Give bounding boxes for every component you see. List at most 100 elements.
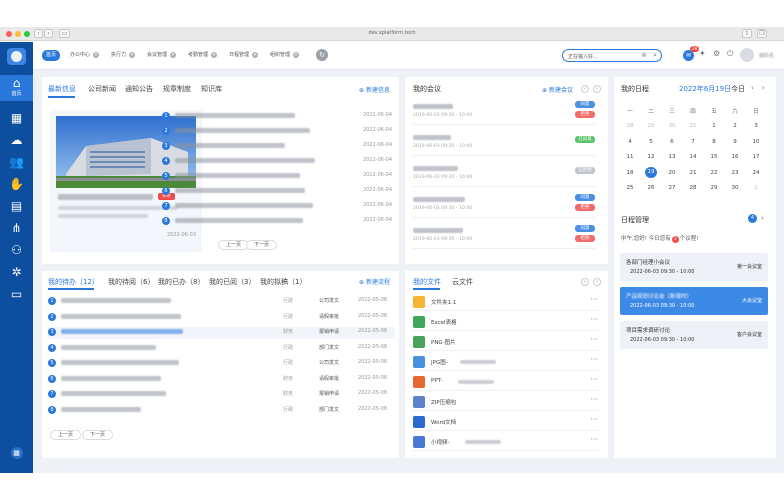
sidebar-item-building[interactable]: ▦ <box>0 108 33 128</box>
todo-row[interactable]: 6 财务 请假审批 2022-05-08 <box>48 374 395 386</box>
file-item[interactable]: ZIP压缩包 ··· <box>413 393 598 411</box>
todo-row[interactable]: 7 财务 报销申请 2022-05-08 <box>48 389 395 401</box>
calendar-day[interactable]: 14 <box>687 154 699 160</box>
close-window-dot[interactable] <box>6 31 12 37</box>
calendar-day[interactable]: 20 <box>666 170 678 176</box>
tabs-button[interactable]: ❐ <box>757 29 767 38</box>
close-tab-icon[interactable]: × <box>211 51 218 58</box>
calendar-day[interactable]: 31 <box>687 123 699 129</box>
sidebar-item-org[interactable]: ⋔ <box>0 218 33 238</box>
meeting-item[interactable]: 2019-06-03 09:30 - 10:00 同意 拒绝 <box>413 224 595 249</box>
megaphone-icon[interactable]: ✦ <box>699 49 706 58</box>
calendar-day[interactable]: 7 <box>687 139 699 145</box>
more-icon[interactable]: ··· <box>590 335 598 344</box>
calendar-day[interactable]: 3 <box>750 123 762 129</box>
calendar-day[interactable]: 2 <box>729 123 741 129</box>
todo-tab[interactable]: 我的拟稿（1） <box>260 277 306 287</box>
todo-tab[interactable]: 我的待办（12） <box>48 277 99 287</box>
back-button[interactable]: ‹ <box>34 29 43 38</box>
todo-row[interactable]: 2 行政 请假审批 2022-05-08 <box>48 312 395 324</box>
todo-next-button[interactable]: 下一页 <box>82 430 114 440</box>
settings-icon[interactable]: ⚙ <box>713 49 720 58</box>
calendar-day[interactable]: 24 <box>750 170 762 176</box>
calendar-day[interactable]: 25 <box>624 185 636 191</box>
tab-meeting-mgmt[interactable]: 会议管理 × <box>143 50 180 61</box>
calendar-day[interactable]: 9 <box>729 139 741 145</box>
meeting-status-secondary[interactable]: 拒绝 <box>575 111 595 118</box>
meeting-status-primary[interactable]: 同意 <box>575 194 595 201</box>
news-item[interactable]: 7 2022-06-04 <box>162 201 392 214</box>
meeting-item[interactable]: 2019-06-03 09:30 - 10:00 已同意 <box>413 131 595 156</box>
calendar-day[interactable]: 18 <box>624 170 636 176</box>
file-item[interactable]: Excel表格 ··· <box>413 313 598 331</box>
news-item[interactable]: 2 2022-06-04 <box>162 126 392 139</box>
forward-button[interactable]: › <box>44 29 53 38</box>
today-button[interactable]: 今日 <box>731 84 745 94</box>
todo-row[interactable]: 3 财务 报销申请 2022-05-08 <box>48 327 395 339</box>
tab-company-news[interactable]: 公司新闻 <box>88 84 116 94</box>
meeting-item[interactable]: 2019-06-03 09:30 - 10:00 已拒绝 <box>413 162 595 187</box>
news-prev-button[interactable]: 上一页 <box>218 240 250 250</box>
minimize-window-dot[interactable] <box>15 31 21 37</box>
sidebar-item-network[interactable]: ✲ <box>0 262 33 282</box>
new-news-button[interactable]: ⊕ 新建信息 <box>359 85 390 94</box>
new-flow-button[interactable]: ⊕ 新建流程 <box>359 277 390 286</box>
calendar-day-selected[interactable]: 19 <box>645 166 657 178</box>
calendar-day[interactable]: 30 <box>729 185 741 191</box>
sidebar-toggle-button[interactable]: ▭ <box>59 29 70 38</box>
meeting-status-secondary[interactable]: 拒绝 <box>575 204 595 211</box>
todo-row[interactable]: 5 行政 公司发文 2022-05-08 <box>48 358 395 370</box>
file-item[interactable]: Word文档 ··· <box>413 413 598 431</box>
tab-knowledge[interactable]: 知识库 <box>201 84 222 94</box>
schedule-next-icon[interactable]: › <box>761 214 764 222</box>
refresh-icon[interactable]: ↻ <box>316 49 328 61</box>
tab-notices[interactable]: 通知公告 <box>125 84 153 94</box>
calendar-day[interactable]: 1 <box>708 123 720 129</box>
news-item[interactable]: 6 2022-06-04 <box>162 186 392 199</box>
close-tab-icon[interactable]: × <box>252 51 259 58</box>
tab-regulations[interactable]: 规章制度 <box>163 84 191 94</box>
calendar-day[interactable]: 11 <box>624 154 636 160</box>
address-bar[interactable]: dev.xplatform.tech <box>352 30 432 36</box>
calendar-day[interactable]: 28 <box>687 185 699 191</box>
meeting-status-primary[interactable]: 同意 <box>575 101 595 108</box>
tab-my-files[interactable]: 我的文件 <box>413 277 441 287</box>
more-icon[interactable]: ··· <box>590 315 598 324</box>
sidebar-item-calendar[interactable]: ▤ <box>0 196 33 216</box>
todo-row[interactable]: 1 行政 公司发文 2022-05-08 <box>48 296 395 308</box>
more-icon[interactable]: ··· <box>590 395 598 404</box>
todo-tab[interactable]: 我的待阅（6） <box>108 277 154 287</box>
tab-home[interactable]: 首页 <box>42 50 61 61</box>
more-icon[interactable]: ··· <box>590 435 598 444</box>
news-item[interactable]: 3 2022-06-04 <box>162 141 392 154</box>
calendar-day[interactable]: 13 <box>666 154 678 160</box>
calendar-day[interactable]: 27 <box>666 185 678 191</box>
file-item[interactable]: PNG-图片 ··· <box>413 333 598 351</box>
close-tab-icon[interactable]: × <box>129 51 136 58</box>
calendar-day[interactable]: 26 <box>645 185 657 191</box>
calendar-day[interactable]: 5 <box>645 139 657 145</box>
sidebar-item-team[interactable]: ⚇ <box>0 240 33 260</box>
close-tab-icon[interactable]: × <box>93 51 100 58</box>
tab-cloud-files[interactable]: 云文件 <box>452 277 473 287</box>
search-box[interactable]: 正在输入好... ⊗ ⌕ <box>562 49 662 62</box>
schedule-item[interactable]: 各部门经理小会议 2022-06-03 09:30 - 10:00 第一会议室 <box>620 253 768 281</box>
more-icon[interactable]: ··· <box>590 355 598 364</box>
sidebar-item-apps[interactable]: ▦ <box>0 441 33 461</box>
news-item[interactable]: 5 2022-06-04 <box>162 171 392 184</box>
calendar-day[interactable]: 6 <box>666 139 678 145</box>
calendar-day[interactable]: 1 <box>750 185 762 191</box>
close-tab-icon[interactable]: × <box>170 51 177 58</box>
sidebar-item-cloud[interactable]: ☁ <box>0 130 33 150</box>
calendar-day[interactable]: 21 <box>687 170 699 176</box>
calendar-day[interactable]: 29 <box>645 123 657 129</box>
search-input[interactable]: 正在输入好... <box>568 53 598 60</box>
meeting-status-primary[interactable]: 已拒绝 <box>575 167 595 174</box>
file-item[interactable]: JPG图- ··· <box>413 353 598 371</box>
calendar-day[interactable]: 15 <box>708 154 720 160</box>
tab-latest-news[interactable]: 最新信息 <box>48 84 76 94</box>
avatar[interactable] <box>740 48 754 62</box>
meetings-next-icon[interactable]: › <box>593 85 601 93</box>
more-icon[interactable]: ··· <box>590 415 598 424</box>
calendar-next-icon[interactable]: › <box>762 84 765 92</box>
